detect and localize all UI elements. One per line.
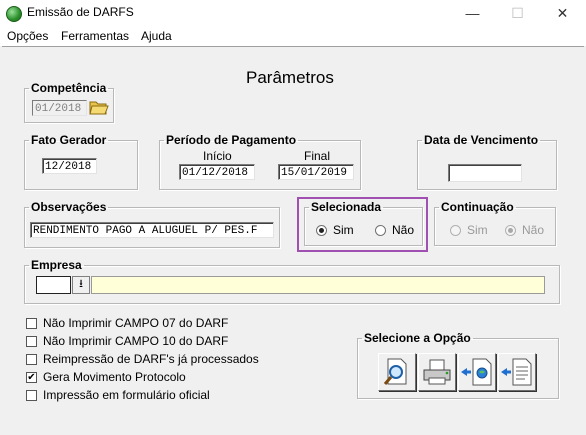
selecionada-nao-radio[interactable] [375, 225, 386, 236]
selecionada-sim-radio[interactable] [316, 225, 327, 236]
selecionada-nao-label: Não [392, 223, 415, 237]
continuacao-label: Continuação [441, 200, 514, 214]
export-list-icon [501, 358, 532, 386]
app-icon [6, 6, 22, 22]
continuacao-sim-radio[interactable] [450, 225, 461, 236]
inicio-field[interactable]: 01/12/2018 [179, 164, 255, 180]
page-title: Parâmetros [246, 68, 334, 87]
menu-ferramentas[interactable]: Ferramentas [61, 29, 129, 43]
option-checkbox-campo10[interactable] [26, 336, 37, 347]
final-label: Final [304, 149, 331, 163]
competencia-label: Competência [31, 81, 107, 95]
maximize-button[interactable]: ☐ [495, 0, 540, 26]
option-label-gera-movimento: Gera Movimento Protocolo [43, 370, 186, 384]
fato-gerador-field[interactable]: 12/2018 [42, 158, 97, 174]
option-label-campo10: Não Imprimir CAMPO 10 do DARF [43, 334, 229, 348]
minimize-button[interactable]: — [450, 0, 495, 26]
selecione-label: Selecione a Opção [364, 331, 471, 345]
inicio-label: Início [203, 149, 232, 163]
empresa-code-field[interactable] [36, 276, 71, 294]
selecionada-label: Selecionada [311, 200, 382, 214]
window-title: Emissão de DARFS [27, 5, 134, 19]
vencimento-field[interactable] [448, 164, 522, 182]
empresa-name-field[interactable] [91, 276, 545, 294]
download-arrow-icon[interactable]: ⭳ [72, 276, 90, 294]
vencimento-label: Data de Vencimento [424, 133, 539, 147]
observacoes-field[interactable]: RENDIMENTO PAGO A ALUGUEL P/ PES.F [30, 222, 274, 238]
fato-gerador-label: Fato Gerador [31, 133, 107, 147]
printer-icon [423, 359, 451, 385]
option-label-campo07: Não Imprimir CAMPO 07 do DARF [43, 316, 229, 330]
option-label-reimpressao: Reimpressão de DARF's já processados [43, 352, 259, 366]
empresa-label: Empresa [31, 258, 82, 272]
close-button[interactable]: ✕ [540, 0, 585, 26]
observacoes-label: Observações [31, 200, 107, 214]
menu-ajuda[interactable]: Ajuda [141, 29, 172, 43]
option-checkbox-gera-movimento[interactable]: ✔ [26, 372, 37, 383]
export-document-icon [461, 358, 492, 386]
option-checkbox-formulario-oficial[interactable] [26, 390, 37, 401]
menu-opcoes[interactable]: Opções [7, 29, 48, 43]
preview-button[interactable] [378, 353, 416, 391]
export-document-button[interactable] [458, 353, 496, 391]
continuacao-nao-label: Não [522, 223, 545, 237]
periodo-group: Período de Pagamento [159, 133, 361, 190]
option-label-formulario-oficial: Impressão em formulário oficial [43, 388, 210, 402]
print-button[interactable] [418, 353, 456, 391]
competencia-field[interactable]: 01/2018 [32, 100, 87, 116]
continuacao-nao-radio[interactable] [505, 225, 516, 236]
selecionada-sim-label: Sim [333, 223, 354, 237]
option-checkbox-campo07[interactable] [26, 318, 37, 329]
preview-icon [383, 358, 407, 385]
final-field[interactable]: 15/01/2019 [278, 164, 354, 180]
periodo-label: Período de Pagamento [166, 133, 297, 147]
folder-open-icon[interactable] [89, 98, 109, 116]
continuacao-sim-label: Sim [467, 223, 488, 237]
export-list-button[interactable] [498, 353, 536, 391]
option-checkbox-reimpressao[interactable] [26, 354, 37, 365]
